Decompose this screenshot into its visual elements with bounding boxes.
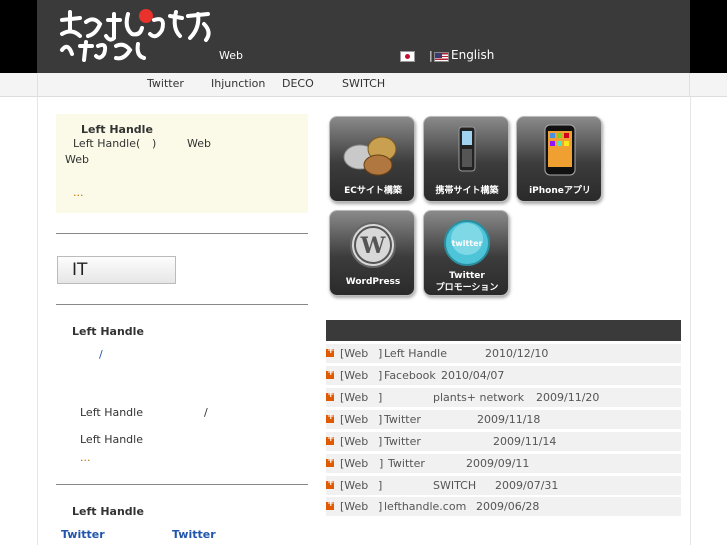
news-title[interactable]: Twitter: [384, 435, 421, 448]
nav-item-switch[interactable]: SWITCH: [342, 77, 385, 90]
news-title[interactable]: Left Handle: [384, 347, 447, 360]
news-date: 2009/07/31: [495, 479, 559, 492]
news-title[interactable]: lefthandle.com: [384, 500, 466, 513]
language-english-link[interactable]: English: [451, 48, 494, 62]
bullet-plus-icon: [326, 499, 335, 510]
bullet-plus-icon: [326, 390, 335, 401]
bullet-plus-icon: [326, 456, 335, 467]
us-flag-icon[interactable]: [434, 52, 449, 62]
it-banner[interactable]: IT: [57, 256, 176, 284]
news-category-close: ]: [378, 479, 383, 492]
news-date: 2009/06/28: [476, 500, 540, 513]
nav-item-twitter[interactable]: Twitter: [147, 77, 184, 90]
news-title[interactable]: Twitter: [388, 457, 425, 470]
news-title[interactable]: plants+ network: [433, 391, 524, 404]
about-text-web: Web: [187, 137, 211, 150]
news-row[interactable]: [Web ] plants+ network 2009/11/20: [326, 388, 681, 407]
news-row[interactable]: [Web ] Twitter 2009/11/18: [326, 410, 681, 429]
news-date: 2009/11/20: [536, 391, 600, 404]
service-mobile-site-label: 携帯サイト構築: [435, 186, 499, 196]
news-category-close: ]: [378, 500, 383, 513]
twitter-link-a[interactable]: Twitter: [61, 528, 105, 541]
it-banner-label: IT: [72, 260, 88, 280]
news-category: [Web: [340, 391, 369, 404]
company-title: Left Handle: [72, 325, 144, 338]
language-separator: |: [429, 49, 433, 62]
divider: [56, 304, 308, 305]
bullet-plus-icon: [326, 478, 335, 489]
news-category: [Web: [340, 435, 369, 448]
service-wordpress-button[interactable]: W WordPress: [329, 210, 415, 296]
about-text-paren: ): [152, 137, 157, 150]
company-slash: /: [99, 348, 103, 361]
service-iphone-app-button[interactable]: iPhoneアプリ: [516, 116, 602, 202]
service-wordpress-label: WordPress: [345, 277, 401, 287]
bullet-plus-icon: [326, 368, 335, 379]
news-category: [Web: [340, 479, 369, 492]
page-border-left: [37, 97, 38, 545]
about-more-link[interactable]: ...: [73, 186, 84, 199]
news-row[interactable]: [Web ] Twitter 2009/09/11: [326, 454, 681, 473]
site-tagline: Web: [219, 49, 243, 62]
bullet-plus-icon: [326, 346, 335, 357]
company-text-b: Left Handle: [80, 433, 143, 446]
news-category-close: ]: [378, 391, 383, 404]
news-category: [Web: [340, 457, 369, 470]
news-header-bar: [326, 320, 681, 341]
news-row[interactable]: [Web ] Twitter 2009/11/14: [326, 432, 681, 451]
news-date: 2010/12/10: [485, 347, 549, 360]
company-slash-2: /: [204, 406, 208, 419]
about-text-company: Left Handle(: [73, 137, 141, 150]
site-logo[interactable]: [58, 6, 218, 64]
twitter-section-title: Left Handle: [72, 505, 144, 518]
twitter-link-b[interactable]: Twitter: [172, 528, 216, 541]
news-category: [Web: [340, 413, 369, 426]
news-date: 2009/11/14: [493, 435, 557, 448]
divider: [56, 233, 308, 234]
about-text-web-2: Web: [65, 153, 89, 166]
service-ec-site-button[interactable]: ECサイト構築: [329, 116, 415, 202]
news-category: [Web: [340, 500, 369, 513]
news-row[interactable]: [Web ] Left Handle 2010/12/10: [326, 344, 681, 363]
bullet-plus-icon: [326, 412, 335, 423]
news-category-close: ]: [379, 457, 384, 470]
news-category-close: ]: [378, 347, 383, 360]
page-border-right: [690, 97, 691, 545]
company-text-a: Left Handle: [80, 406, 143, 419]
bullet-plus-icon: [326, 434, 335, 445]
divider: [56, 484, 308, 485]
news-row[interactable]: [Web ] Facebook 2010/04/07: [326, 366, 681, 385]
news-title[interactable]: SWITCH: [433, 479, 476, 492]
service-ec-site-label: ECサイト構築: [344, 186, 402, 196]
news-row[interactable]: [Web ] SWITCH 2009/07/31: [326, 476, 681, 495]
news-row[interactable]: [Web ] lefthandle.com 2009/06/28: [326, 497, 681, 516]
service-mobile-site-button[interactable]: 携帯サイト構築: [423, 116, 509, 202]
nav-item-ihjunction[interactable]: Ihjunction: [211, 77, 265, 90]
about-title: Left Handle: [81, 123, 153, 136]
service-iphone-app-label: iPhoneアプリ: [529, 186, 591, 196]
news-title[interactable]: Twitter: [384, 413, 421, 426]
main-nav: Twitter Ihjunction DECO SWITCH: [0, 73, 727, 97]
main-nav-inner: Twitter Ihjunction DECO SWITCH: [37, 73, 690, 97]
news-category: [Web: [340, 369, 369, 382]
news-title[interactable]: Facebook: [384, 369, 436, 382]
japanese-flag-icon[interactable]: [400, 51, 415, 62]
news-category-close: ]: [378, 435, 383, 448]
news-date: 2009/11/18: [477, 413, 541, 426]
svg-text:W: W: [360, 233, 386, 259]
svg-text:twitter: twitter: [452, 239, 483, 248]
news-date: 2009/09/11: [466, 457, 530, 470]
company-more-link[interactable]: ...: [80, 451, 91, 464]
news-category: [Web: [340, 347, 369, 360]
news-category-close: ]: [378, 413, 383, 426]
nav-item-deco[interactable]: DECO: [282, 77, 314, 90]
news-category-close: ]: [378, 369, 383, 382]
news-date: 2010/04/07: [441, 369, 505, 382]
service-twitter-promo-label-b: プロモーション: [435, 283, 499, 293]
service-twitter-promo-button[interactable]: twitter Twitter プロモーション: [423, 210, 509, 296]
